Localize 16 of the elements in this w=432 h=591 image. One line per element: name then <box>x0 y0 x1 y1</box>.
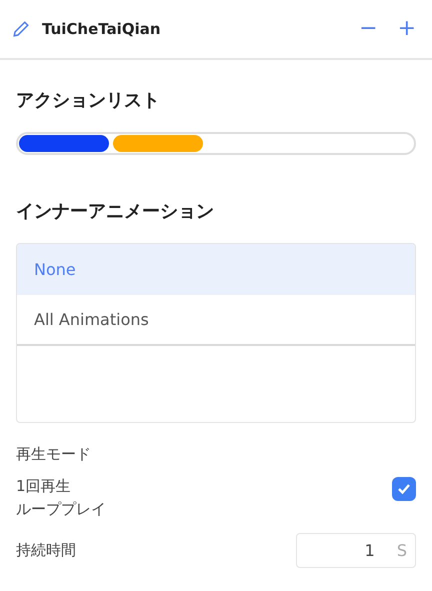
list-item[interactable]: None <box>17 244 415 295</box>
unit-label: S <box>396 541 407 560</box>
action-segment[interactable] <box>19 135 109 152</box>
checkbox[interactable] <box>392 477 416 501</box>
option-label: 1回再生 <box>16 477 72 496</box>
check-icon <box>397 483 411 495</box>
section-heading: インナーアニメーション <box>16 200 215 223</box>
field-label: 持続時間 <box>16 541 76 560</box>
option-label: ループプレイ <box>16 500 106 519</box>
pencil-icon[interactable] <box>12 20 30 38</box>
section-heading: アクションリスト <box>16 89 161 112</box>
duration-field[interactable]: 1 S <box>296 533 416 568</box>
field-label: 再生モード <box>16 445 92 464</box>
plus-button[interactable]: + <box>394 18 420 40</box>
minus-button[interactable]: − <box>355 18 382 40</box>
header-title: TuiCheTaiQian <box>42 20 162 38</box>
